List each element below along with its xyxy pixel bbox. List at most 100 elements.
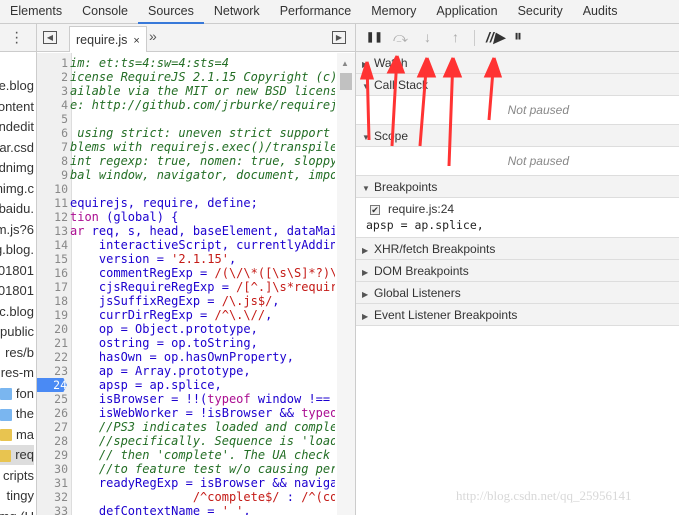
section-xhr-fetch-breakpoints[interactable]: ▶ XHR/fetch Breakpoints: [356, 238, 679, 260]
file-tree-item[interactable]: Content: [0, 97, 34, 117]
code-line[interactable]: 19 currDirRegExp = /^\.\//,: [37, 308, 337, 322]
code-line[interactable]: 14 interactiveScript, currentlyAddingScr…: [37, 238, 337, 252]
file-tree-item[interactable]: tic.blog: [0, 302, 34, 322]
code-line[interactable]: 24 apsp = ap.splice,: [37, 378, 337, 392]
code-line[interactable]: 25 isBrowser = !!(typeof window !== 'und…: [37, 392, 337, 406]
tab-performance[interactable]: Performance: [270, 0, 362, 23]
scrollbar-thumb[interactable]: [340, 73, 352, 90]
code-line[interactable]: 22 hasOwn = op.hasOwnProperty,: [37, 350, 337, 364]
pause-on-exceptions-icon[interactable]: ⏸: [514, 28, 522, 46]
code-line[interactable]: 31 readyRegExp = isBrowser && navigator.…: [37, 476, 337, 490]
tab-console[interactable]: Console: [72, 0, 138, 23]
code-line[interactable]: 2icense RequireJS 2.1.15 Copyright (c) 2…: [37, 70, 337, 84]
pause-icon[interactable]: ❚❚: [366, 32, 383, 43]
section-global-listeners[interactable]: ▶ Global Listeners: [356, 282, 679, 304]
code-line[interactable]: 7 blems with requirejs.exec()/transpiler …: [37, 140, 337, 154]
code-line[interactable]: 20 op = Object.prototype,: [37, 322, 337, 336]
code-line[interactable]: 23 ap = Array.prototype,: [37, 364, 337, 378]
code-line[interactable]: 32 /^complete$/ : /^(comple: [37, 490, 337, 504]
line-number[interactable]: 10: [37, 182, 68, 196]
file-tree-item[interactable]: ma: [0, 425, 34, 445]
code-line[interactable]: 29 // then 'complete'. The UA check is u…: [37, 448, 337, 462]
line-number[interactable]: 27: [37, 420, 68, 434]
line-number[interactable]: 33: [37, 504, 68, 515]
code-line[interactable]: 3 ailable via the MIT or new BSD license.: [37, 84, 337, 98]
line-number[interactable]: 20: [37, 322, 68, 336]
line-number[interactable]: 2: [37, 70, 68, 84]
line-number[interactable]: 1: [37, 56, 68, 70]
line-number[interactable]: 5: [37, 112, 68, 126]
step-out-icon[interactable]: ↑: [452, 29, 459, 45]
line-number[interactable]: 18: [37, 294, 68, 308]
breakpoint-checkbox[interactable]: ✔: [370, 205, 380, 215]
code-line[interactable]: 13ar req, s, head, baseElement, dataMain…: [37, 224, 337, 238]
scroll-up-icon[interactable]: ▲: [341, 59, 349, 68]
file-tree-item[interactable]: tingy: [7, 486, 34, 506]
line-number[interactable]: 31: [37, 476, 68, 490]
tab-application[interactable]: Application: [426, 0, 507, 23]
file-tree-item[interactable]: nimg.c: [0, 179, 34, 199]
file-tree-item[interactable]: dnimg: [0, 158, 34, 178]
section-event-listener-breakpoints[interactable]: ▶ Event Listener Breakpoints: [356, 304, 679, 326]
code-line[interactable]: 17 cjsRequireRegExp = /[^.]\s*require\s*…: [37, 280, 337, 294]
code-line[interactable]: 30 //to feature test w/o causing perf is…: [37, 462, 337, 476]
line-number[interactable]: 32: [37, 490, 68, 504]
code-line[interactable]: 16 commentRegExp = /(\/\*([\s\S]*?)\*\/|…: [37, 266, 337, 280]
section-watch[interactable]: ▶ Watch: [356, 52, 679, 74]
file-tree-item[interactable]: g.blog.: [0, 240, 34, 260]
breakpoint-marker[interactable]: 24: [37, 378, 67, 392]
line-number[interactable]: 8: [37, 154, 68, 168]
line-number[interactable]: 19: [37, 308, 68, 322]
code-line[interactable]: 21 ostring = op.toString,: [37, 336, 337, 350]
code-line[interactable]: 6 using strict: uneven strict support in…: [37, 126, 337, 140]
file-tree-item[interactable]: fon: [0, 384, 34, 404]
breakpoint-location[interactable]: require.js:24: [388, 202, 454, 216]
section-breakpoints[interactable]: ▼ Breakpoints: [356, 176, 679, 198]
line-number[interactable]: 6: [37, 126, 68, 140]
section-call-stack[interactable]: ▼ Call Stack: [356, 74, 679, 96]
section-scope[interactable]: ▼ Scope: [356, 125, 679, 147]
line-number[interactable]: 26: [37, 406, 68, 420]
code-line[interactable]: 28 //specifically. Sequence is 'loading'…: [37, 434, 337, 448]
step-over-icon[interactable]: ⤼: [393, 29, 408, 46]
code-line[interactable]: 9bal window, navigator, document, import…: [37, 168, 337, 182]
section-dom-breakpoints[interactable]: ▶ DOM Breakpoints: [356, 260, 679, 282]
line-number[interactable]: 15: [37, 252, 68, 266]
code-line[interactable]: 5: [37, 112, 337, 126]
code-line[interactable]: 1 im: et:ts=4:sw=4:sts=4: [37, 56, 337, 70]
deactivate-breakpoints-icon[interactable]: //▶: [486, 29, 505, 46]
tab-audits[interactable]: Audits: [573, 0, 628, 23]
line-number[interactable]: 21: [37, 336, 68, 350]
file-tree-item[interactable]: res-m: [1, 363, 34, 383]
file-tree-item[interactable]: public: [0, 322, 34, 342]
line-number[interactable]: 3: [37, 84, 68, 98]
line-number[interactable]: 30: [37, 462, 68, 476]
file-tree-item[interactable]: 01801: [0, 261, 34, 281]
file-tree-item[interactable]: 01801: [0, 281, 34, 301]
line-number[interactable]: 4: [37, 98, 68, 112]
file-tree-item[interactable]: the: [0, 404, 34, 424]
line-number[interactable]: 11: [37, 196, 68, 210]
line-number[interactable]: 25: [37, 392, 68, 406]
step-into-icon[interactable]: ↓: [424, 29, 431, 45]
tab-memory[interactable]: Memory: [361, 0, 426, 23]
file-tree-item[interactable]: ndedit: [0, 117, 34, 137]
line-number[interactable]: 14: [37, 238, 68, 252]
tab-elements[interactable]: Elements: [0, 0, 72, 23]
line-number[interactable]: 28: [37, 434, 68, 448]
breakpoint-item[interactable]: ✔ require.js:24 apsp = ap.splice,: [356, 198, 679, 238]
line-number[interactable]: 12: [37, 210, 68, 224]
code-line[interactable]: 11 equirejs, require, define;: [37, 196, 337, 210]
code-line[interactable]: 10: [37, 182, 337, 196]
close-icon[interactable]: ×: [133, 35, 139, 47]
file-tree-item[interactable]: res/b: [5, 343, 34, 363]
line-number[interactable]: 9: [37, 168, 68, 182]
code-line[interactable]: 26 isWebWorker = !isBrowser && typeof im…: [37, 406, 337, 420]
line-number[interactable]: 17: [37, 280, 68, 294]
file-tree-item[interactable]: req: [0, 445, 34, 465]
line-number[interactable]: 16: [37, 266, 68, 280]
code-line[interactable]: 33 defContextName = '_',: [37, 504, 337, 515]
file-tree-item[interactable]: img (U: [0, 507, 34, 515]
more-options-icon[interactable]: · · ·: [14, 25, 19, 51]
line-number[interactable]: 23: [37, 364, 68, 378]
